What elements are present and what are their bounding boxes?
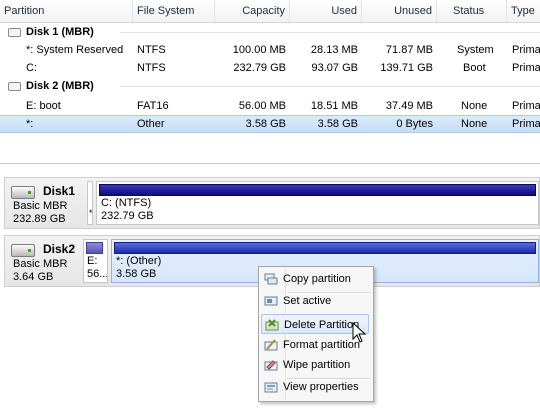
column-header-partition[interactable]: Partition <box>0 0 133 22</box>
cell-type: Primary <box>512 44 540 56</box>
cell-capacity: 232.79 GB <box>233 62 286 74</box>
cell-status: None <box>461 118 488 130</box>
menu-item-wipe-partition[interactable]: Wipe partition <box>261 355 369 375</box>
table-header: Partition File System Capacity Used Unus… <box>0 0 540 23</box>
partition-block-c[interactable]: C: (NTFS) 232.79 GB <box>96 181 539 225</box>
menu-item-label: Set active <box>283 295 332 307</box>
wipe-partition-icon <box>264 360 278 371</box>
cell-unused: 139.71 GB <box>380 62 433 74</box>
cell-unused: 0 Bytes <box>396 118 433 130</box>
partition-name: E: <box>87 255 98 267</box>
partition-usage-bar <box>114 242 536 254</box>
disk-row-disk1[interactable]: Disk1 Basic MBR 232.89 GB * C: (NTFS) 23… <box>4 177 540 229</box>
disk-name: Disk1 <box>43 184 76 198</box>
table-row[interactable]: *: System Reserved NTFS 100.00 MB 28.13 … <box>0 41 540 59</box>
cell-partition: E: boot <box>26 100 61 112</box>
disk-group-label: Disk 2 (MBR) <box>26 80 94 92</box>
column-header-type[interactable]: Type <box>507 0 540 22</box>
group-divider <box>120 86 540 87</box>
cell-type: Primary <box>512 62 540 74</box>
cell-type: Primary <box>512 118 540 130</box>
disk-info[interactable]: Disk2 Basic MBR 3.64 GB <box>5 236 85 286</box>
column-header-used[interactable]: Used <box>290 0 362 22</box>
disk-icon <box>8 82 21 91</box>
cell-unused: 71.87 MB <box>385 44 433 56</box>
cell-used: 3.58 GB <box>317 118 358 130</box>
menu-item-set-active[interactable]: Set active <box>261 291 369 311</box>
partition-size: 56... <box>87 268 108 280</box>
disk-type: Basic MBR <box>13 258 68 270</box>
cell-partition: *: <box>26 118 34 130</box>
cell-type: Primary <box>512 100 540 112</box>
column-header-capacity[interactable]: Capacity <box>215 0 290 22</box>
disk-info[interactable]: Disk1 Basic MBR 232.89 GB <box>5 178 85 228</box>
column-header-unused[interactable]: Unused <box>362 0 437 22</box>
menu-item-label: Copy partition <box>283 273 351 285</box>
partition-usage-bar <box>99 184 536 196</box>
table-row[interactable]: C: NTFS 232.79 GB 93.07 GB 139.71 GB Boo… <box>0 59 540 77</box>
delete-partition-icon <box>265 319 279 331</box>
partition-label: * <box>89 208 93 218</box>
cell-status: System <box>457 44 494 56</box>
disk-group-header: Disk 1 (MBR) <box>0 24 540 40</box>
cell-file-system: NTFS <box>137 62 166 74</box>
partition-name: *: (Other) <box>116 255 162 267</box>
partition-usage-bar <box>86 242 103 254</box>
menu-item-view-properties[interactable]: View properties <box>261 377 369 397</box>
cell-used: 18.51 MB <box>310 100 358 112</box>
partition-name: C: (NTFS) <box>101 197 152 209</box>
mouse-pointer-icon <box>352 322 366 343</box>
cell-unused: 37.49 MB <box>385 100 433 112</box>
copy-partition-icon <box>264 273 278 285</box>
disk-group-label: Disk 1 (MBR) <box>26 26 94 38</box>
set-active-icon <box>264 296 278 306</box>
disk-size: 3.64 GB <box>13 271 54 283</box>
partition-block-system-reserved[interactable]: * <box>87 181 93 225</box>
partition-table: Partition File System Capacity Used Unus… <box>0 0 540 164</box>
cell-status: None <box>461 100 488 112</box>
cell-file-system: NTFS <box>137 44 166 56</box>
table-row-selected[interactable]: *: Other 3.58 GB 3.58 GB 0 Bytes None Pr… <box>0 115 540 133</box>
cell-file-system: FAT16 <box>137 100 169 112</box>
cell-file-system: Other <box>137 118 165 130</box>
cell-capacity: 56.00 MB <box>238 100 286 112</box>
cell-partition: *: System Reserved <box>26 44 124 56</box>
disk-type: Basic MBR <box>13 200 68 212</box>
cell-capacity: 3.58 GB <box>245 118 286 130</box>
hard-disk-icon <box>11 244 35 257</box>
format-partition-icon <box>264 339 278 351</box>
menu-item-copy-partition[interactable]: Copy partition <box>261 269 369 289</box>
disk-name: Disk2 <box>43 242 76 256</box>
partition-block-e[interactable]: E: 56... <box>83 239 108 283</box>
disk-group-header: Disk 2 (MBR) <box>0 78 540 94</box>
menu-item-label: Delete Partition <box>284 319 360 331</box>
disk-icon <box>8 28 21 37</box>
group-divider <box>120 32 540 33</box>
table-row[interactable]: E: boot FAT16 56.00 MB 18.51 MB 37.49 MB… <box>0 97 540 115</box>
column-header-status[interactable]: Status <box>449 0 507 22</box>
cell-used: 28.13 MB <box>310 44 358 56</box>
cell-capacity: 100.00 MB <box>232 44 286 56</box>
cell-status: Boot <box>463 62 486 74</box>
menu-item-label: Format partition <box>283 339 361 351</box>
partition-size: 232.79 GB <box>101 210 154 222</box>
menu-item-label: View properties <box>283 381 359 393</box>
cell-used: 93.07 GB <box>311 62 358 74</box>
column-header-file-system[interactable]: File System <box>133 0 215 22</box>
hard-disk-icon <box>11 186 35 199</box>
cell-partition: C: <box>26 62 37 74</box>
view-properties-icon <box>264 382 278 393</box>
partition-size: 3.58 GB <box>116 268 157 280</box>
menu-item-label: Wipe partition <box>283 359 351 371</box>
disk-size: 232.89 GB <box>13 213 66 225</box>
